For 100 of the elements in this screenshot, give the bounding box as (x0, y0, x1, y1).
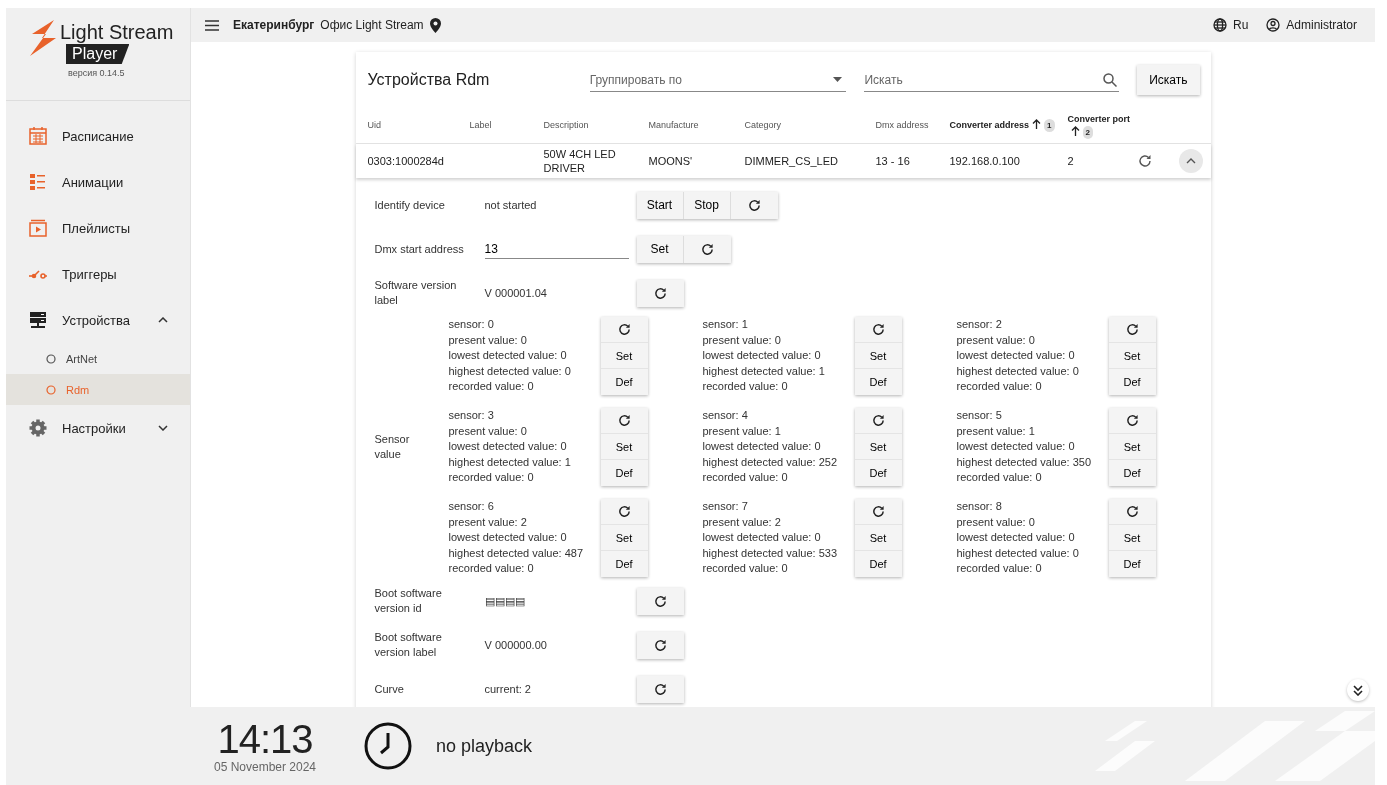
refresh-button[interactable] (636, 675, 684, 703)
user-icon[interactable] (1266, 18, 1281, 32)
scroll-down-button[interactable] (1347, 679, 1369, 701)
refresh-button[interactable] (636, 587, 684, 615)
sensor-action-button[interactable]: Def (1108, 460, 1156, 486)
sensor-reading: highest detected value: 0 (956, 545, 1080, 561)
collapse-button[interactable] (1178, 149, 1203, 173)
group-by-select[interactable]: Группировать по (589, 68, 847, 92)
search-field[interactable]: Искать (864, 70, 1104, 89)
refresh-button[interactable] (1108, 408, 1156, 434)
sensor-action-button[interactable]: Set (1108, 434, 1156, 460)
table-cell-text: MOONS' (648, 154, 694, 168)
column-header[interactable]: Converter address 1 (949, 119, 1068, 132)
refresh-button[interactable] (730, 191, 778, 219)
sensor-reading: present value: 0 (448, 332, 528, 348)
sensor-reading: lowest detected value: 0 (448, 530, 568, 545)
list-icon (28, 172, 48, 192)
sensor-reading: sensor: 2 (956, 317, 1003, 332)
sensor-reading: recorded value: 0 (702, 470, 789, 485)
sensor-reading: sensor: 5 (956, 408, 1003, 423)
sensor-reading: present value: 1 (956, 423, 1036, 439)
nav-subitem[interactable]: ArtNet (6, 343, 190, 374)
column-header[interactable]: Uid (367, 119, 470, 132)
product-badge: Player (66, 44, 130, 64)
nav-item[interactable]: Триггеры (6, 251, 190, 297)
current-time: 14:13 (217, 718, 313, 760)
sensor-action-button[interactable]: Set (1108, 525, 1156, 551)
action-button[interactable]: Stop (683, 191, 731, 219)
search-button[interactable]: Искать (1137, 65, 1200, 95)
sensor-reading: lowest detected value: 0 (956, 530, 1076, 545)
refresh-icon (653, 594, 667, 608)
sensor-action-button[interactable]: Set (600, 343, 648, 369)
globe-icon[interactable] (1212, 18, 1227, 32)
circle-icon (46, 353, 56, 364)
property-value: V 000001.04 (484, 287, 547, 299)
nav-item[interactable]: Расписание (6, 113, 190, 159)
sensor-action-button[interactable]: Def (1108, 369, 1156, 395)
search-icon (1103, 72, 1118, 87)
sensor-reading: present value: 1 (702, 423, 782, 439)
refresh-icon (871, 505, 885, 518)
property-label: Dmx start address (374, 241, 465, 257)
sensor-reading: recorded value: 0 (448, 561, 535, 576)
sensor-reading: lowest detected value: 0 (702, 348, 822, 363)
sensor-action-button[interactable]: Def (1108, 551, 1156, 577)
refresh-button[interactable] (600, 499, 648, 525)
refresh-button[interactable] (854, 499, 902, 525)
column-header[interactable]: Manufacture (648, 119, 745, 132)
property-label: Boot software version label (374, 630, 443, 660)
refresh-icon (617, 505, 631, 518)
sensor-action-button[interactable]: Set (854, 343, 902, 369)
refresh-button[interactable] (636, 631, 684, 659)
language-link[interactable]: Ru (1232, 18, 1249, 32)
column-header[interactable]: Converter port 2 (1067, 112, 1138, 139)
refresh-button[interactable] (600, 317, 648, 343)
sort-order-badge: 1 (1044, 119, 1055, 132)
sensor-action-button[interactable]: Set (854, 525, 902, 551)
nav-item[interactable]: Настройки (6, 405, 190, 451)
sensor-action-button[interactable]: Set (600, 434, 648, 460)
sensor-action-button[interactable]: Set (600, 525, 648, 551)
column-header[interactable]: Label (469, 119, 544, 132)
refresh-button[interactable] (1108, 317, 1156, 343)
refresh-button[interactable] (683, 235, 731, 263)
nav-item[interactable]: Анимации (6, 159, 190, 205)
refresh-icon (1125, 323, 1139, 336)
dropdown-icon (833, 77, 843, 82)
refresh-icon[interactable] (1137, 154, 1152, 168)
column-header[interactable]: Category (744, 119, 876, 132)
table-row[interactable]: 0303:1000284d 50W 4CH LED DRIVER MOONS' DIMMER_CS_LED 13 - 16 192.168.0.100 2 (355, 144, 1211, 178)
sensor-reading: lowest detected value: 0 (956, 439, 1076, 454)
refresh-icon (747, 198, 761, 212)
nav-item[interactable]: Устройства (6, 297, 190, 343)
action-button[interactable]: Set (636, 235, 684, 263)
refresh-button[interactable] (1108, 499, 1156, 525)
action-button[interactable]: Start (636, 191, 684, 219)
nav-item[interactable]: Плейлисты (6, 205, 190, 251)
sensor-action-button[interactable]: Def (600, 551, 648, 577)
sensor-action-button[interactable]: Def (854, 551, 902, 577)
sensor-action-button[interactable]: Def (600, 369, 648, 395)
sensor-action-button[interactable]: Def (854, 369, 902, 395)
sensor-action-button[interactable]: Set (854, 434, 902, 460)
refresh-button[interactable] (854, 317, 902, 343)
sensor-reading: recorded value: 0 (702, 561, 789, 576)
refresh-button[interactable] (600, 408, 648, 434)
refresh-icon (653, 682, 667, 696)
refresh-button[interactable] (854, 408, 902, 434)
version-label: версия 0.14.5 (68, 68, 126, 78)
refresh-button[interactable] (636, 279, 684, 307)
user-link[interactable]: Administrator (1286, 18, 1357, 32)
sensor-reading: highest detected value: 1 (448, 454, 572, 470)
table-cell-text: 13 - 16 (875, 154, 911, 168)
menu-icon[interactable] (205, 19, 219, 31)
sensor-action-button[interactable]: Def (854, 460, 902, 486)
server-icon (28, 310, 48, 330)
column-header[interactable]: Dmx address (875, 119, 950, 132)
sensor-reading: lowest detected value: 0 (448, 348, 568, 363)
sensor-action-button[interactable]: Def (600, 460, 648, 486)
property-label: Sensor value (374, 432, 411, 462)
sensor-action-button[interactable]: Set (1108, 343, 1156, 369)
column-header[interactable]: Description (543, 119, 649, 132)
sensor-reading: recorded value: 0 (956, 470, 1043, 485)
